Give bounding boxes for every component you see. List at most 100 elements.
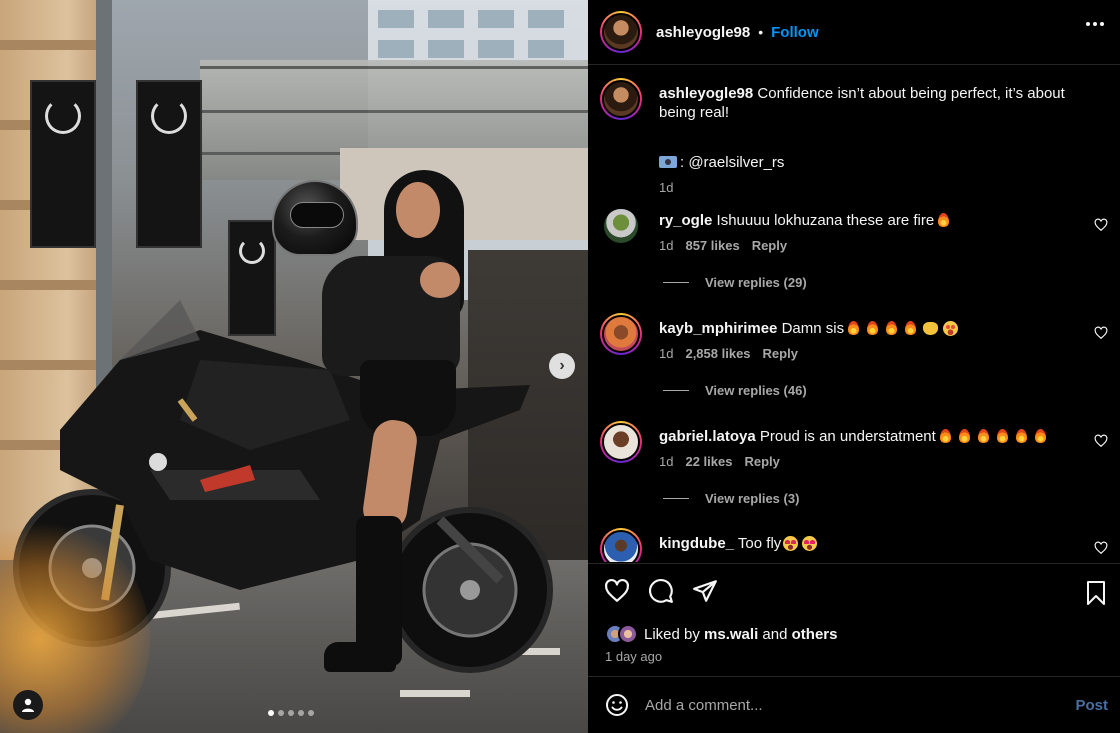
rider-boot-sole bbox=[324, 642, 396, 672]
reply-button[interactable]: Reply bbox=[744, 454, 779, 469]
post-comment-button[interactable]: Post bbox=[1075, 697, 1108, 714]
comment-item: kingdube_ Too fly bbox=[600, 528, 1110, 562]
fire-emoji bbox=[977, 429, 989, 443]
more-options-icon[interactable] bbox=[1086, 22, 1104, 26]
comment-composer: Post bbox=[588, 676, 1120, 733]
author-avatar[interactable] bbox=[600, 78, 642, 120]
post-header: ashleyogle98 • Follow bbox=[588, 0, 1120, 65]
post-detail-panel: ashleyogle98 • Follow ashleyogle98 Confi… bbox=[588, 0, 1120, 733]
fire-emoji bbox=[1034, 429, 1046, 443]
replies-divider bbox=[663, 390, 689, 391]
comment-text: kingdube_ Too fly bbox=[659, 534, 1079, 553]
comment-time: 1d bbox=[659, 346, 674, 361]
fire-emoji bbox=[996, 429, 1008, 443]
comment-input[interactable] bbox=[645, 696, 1076, 714]
comment-likes[interactable]: 2,858 likes bbox=[685, 346, 750, 361]
comment-time: 1d bbox=[659, 454, 674, 469]
carousel-dot bbox=[298, 710, 304, 716]
comment-like-icon[interactable] bbox=[1094, 541, 1108, 555]
bookmark-icon[interactable] bbox=[1084, 580, 1108, 606]
fire-emoji bbox=[1015, 429, 1027, 443]
liked-by-prefix: Liked by bbox=[644, 625, 700, 643]
post-timestamp[interactable]: 1 day ago bbox=[605, 649, 662, 664]
comment-time: 1d bbox=[659, 238, 674, 253]
commenter-avatar[interactable] bbox=[600, 528, 642, 562]
rider-shoulder bbox=[420, 262, 460, 298]
carousel-dot bbox=[288, 710, 294, 716]
liked-by-and: and bbox=[762, 625, 788, 643]
liked-by-others[interactable]: others bbox=[792, 626, 838, 643]
comment-item: kayb_mphirimee Damn sis 1d 2,858 likes R… bbox=[600, 313, 1110, 407]
action-icons bbox=[604, 578, 718, 604]
liker-avatars[interactable] bbox=[605, 624, 638, 644]
caption-username[interactable]: ashleyogle98 bbox=[659, 85, 753, 102]
carousel-dot-active bbox=[268, 710, 274, 716]
commenter-avatar[interactable] bbox=[602, 207, 640, 245]
commenter-avatar[interactable] bbox=[600, 313, 642, 355]
heart-hands-emoji bbox=[923, 322, 939, 335]
replies-divider bbox=[663, 498, 689, 499]
author-avatar[interactable] bbox=[600, 11, 642, 53]
fire-emoji bbox=[848, 321, 860, 335]
photo-credit: : @raelsilver_rs bbox=[659, 154, 784, 171]
user-tag-icon bbox=[22, 698, 34, 712]
carousel-next-button[interactable]: › bbox=[549, 353, 575, 379]
comment-likes[interactable]: 22 likes bbox=[685, 454, 732, 469]
comment-meta: 1d 2,858 likes Reply bbox=[659, 346, 798, 361]
send-icon[interactable] bbox=[692, 578, 718, 604]
fire-emoji bbox=[938, 213, 950, 227]
fire-emoji bbox=[939, 429, 951, 443]
comment-like-icon[interactable] bbox=[1094, 326, 1108, 340]
commenter-username[interactable]: kayb_mphirimee bbox=[659, 320, 777, 337]
liker-avatar bbox=[618, 624, 638, 644]
comment-text: kayb_mphirimee Damn sis bbox=[659, 319, 1079, 338]
comment-like-icon[interactable] bbox=[1094, 218, 1108, 232]
post-photo[interactable]: › bbox=[0, 0, 588, 733]
heart-icon[interactable] bbox=[604, 578, 630, 604]
emoji-icon[interactable] bbox=[605, 693, 629, 717]
fire-emoji bbox=[886, 321, 898, 335]
chevron-right-icon: › bbox=[559, 357, 565, 374]
helmet bbox=[272, 180, 358, 256]
commenter-username[interactable]: gabriel.latoya bbox=[659, 428, 756, 445]
caption-text: ashleyogle98 Confidence isn’t about bein… bbox=[659, 84, 1089, 122]
comment-item: ry_ogle Ishuuuu lokhuzana these are fire… bbox=[600, 207, 1110, 299]
carousel-dot bbox=[308, 710, 314, 716]
carousel-indicator bbox=[268, 710, 314, 716]
commenter-avatar[interactable] bbox=[600, 421, 642, 463]
comments-list[interactable]: ashleyogle98 Confidence isn’t about bein… bbox=[588, 66, 1120, 562]
fire-emoji bbox=[958, 429, 970, 443]
follow-button[interactable]: Follow bbox=[771, 24, 819, 41]
carousel-dot bbox=[278, 710, 284, 716]
liked-by-user[interactable]: ms.wali bbox=[704, 626, 758, 643]
header-separator: • bbox=[758, 24, 764, 40]
view-replies-button[interactable]: View replies (29) bbox=[663, 275, 807, 290]
commenter-username[interactable]: ry_ogle bbox=[659, 212, 712, 229]
heart-eyes-emoji bbox=[783, 536, 799, 551]
camera-icon bbox=[659, 156, 677, 168]
fire-emoji bbox=[905, 321, 917, 335]
caption-timestamp: 1d bbox=[659, 180, 674, 195]
post-actions: Liked by ms.wali and others 1 day ago bbox=[588, 563, 1120, 675]
reply-button[interactable]: Reply bbox=[752, 238, 787, 253]
commenter-username[interactable]: kingdube_ bbox=[659, 535, 734, 552]
user-tags-button[interactable] bbox=[13, 690, 43, 720]
reply-button[interactable]: Reply bbox=[763, 346, 798, 361]
view-replies-button[interactable]: View replies (3) bbox=[663, 491, 799, 506]
author-username[interactable]: ashleyogle98 bbox=[656, 24, 750, 41]
photo-credit-handle[interactable]: : @raelsilver_rs bbox=[680, 154, 784, 171]
rider-face bbox=[396, 182, 440, 238]
comment-text: gabriel.latoya Proud is an understatment bbox=[659, 427, 1079, 446]
fire-emoji bbox=[867, 321, 879, 335]
comment-likes[interactable]: 857 likes bbox=[685, 238, 739, 253]
liked-by: Liked by ms.wali and others bbox=[605, 624, 837, 644]
view-replies-button[interactable]: View replies (46) bbox=[663, 383, 807, 398]
comment-like-icon[interactable] bbox=[1094, 434, 1108, 448]
star-struck-emoji bbox=[943, 321, 959, 336]
comment-meta: 1d 857 likes Reply bbox=[659, 238, 787, 253]
heart-eyes-emoji bbox=[802, 536, 818, 551]
comment-text: ry_ogle Ishuuuu lokhuzana these are fire bbox=[659, 211, 1079, 230]
comment-meta: 1d 22 likes Reply bbox=[659, 454, 780, 469]
comment-icon[interactable] bbox=[648, 578, 674, 604]
comment-item: gabriel.latoya Proud is an understatment… bbox=[600, 421, 1110, 515]
